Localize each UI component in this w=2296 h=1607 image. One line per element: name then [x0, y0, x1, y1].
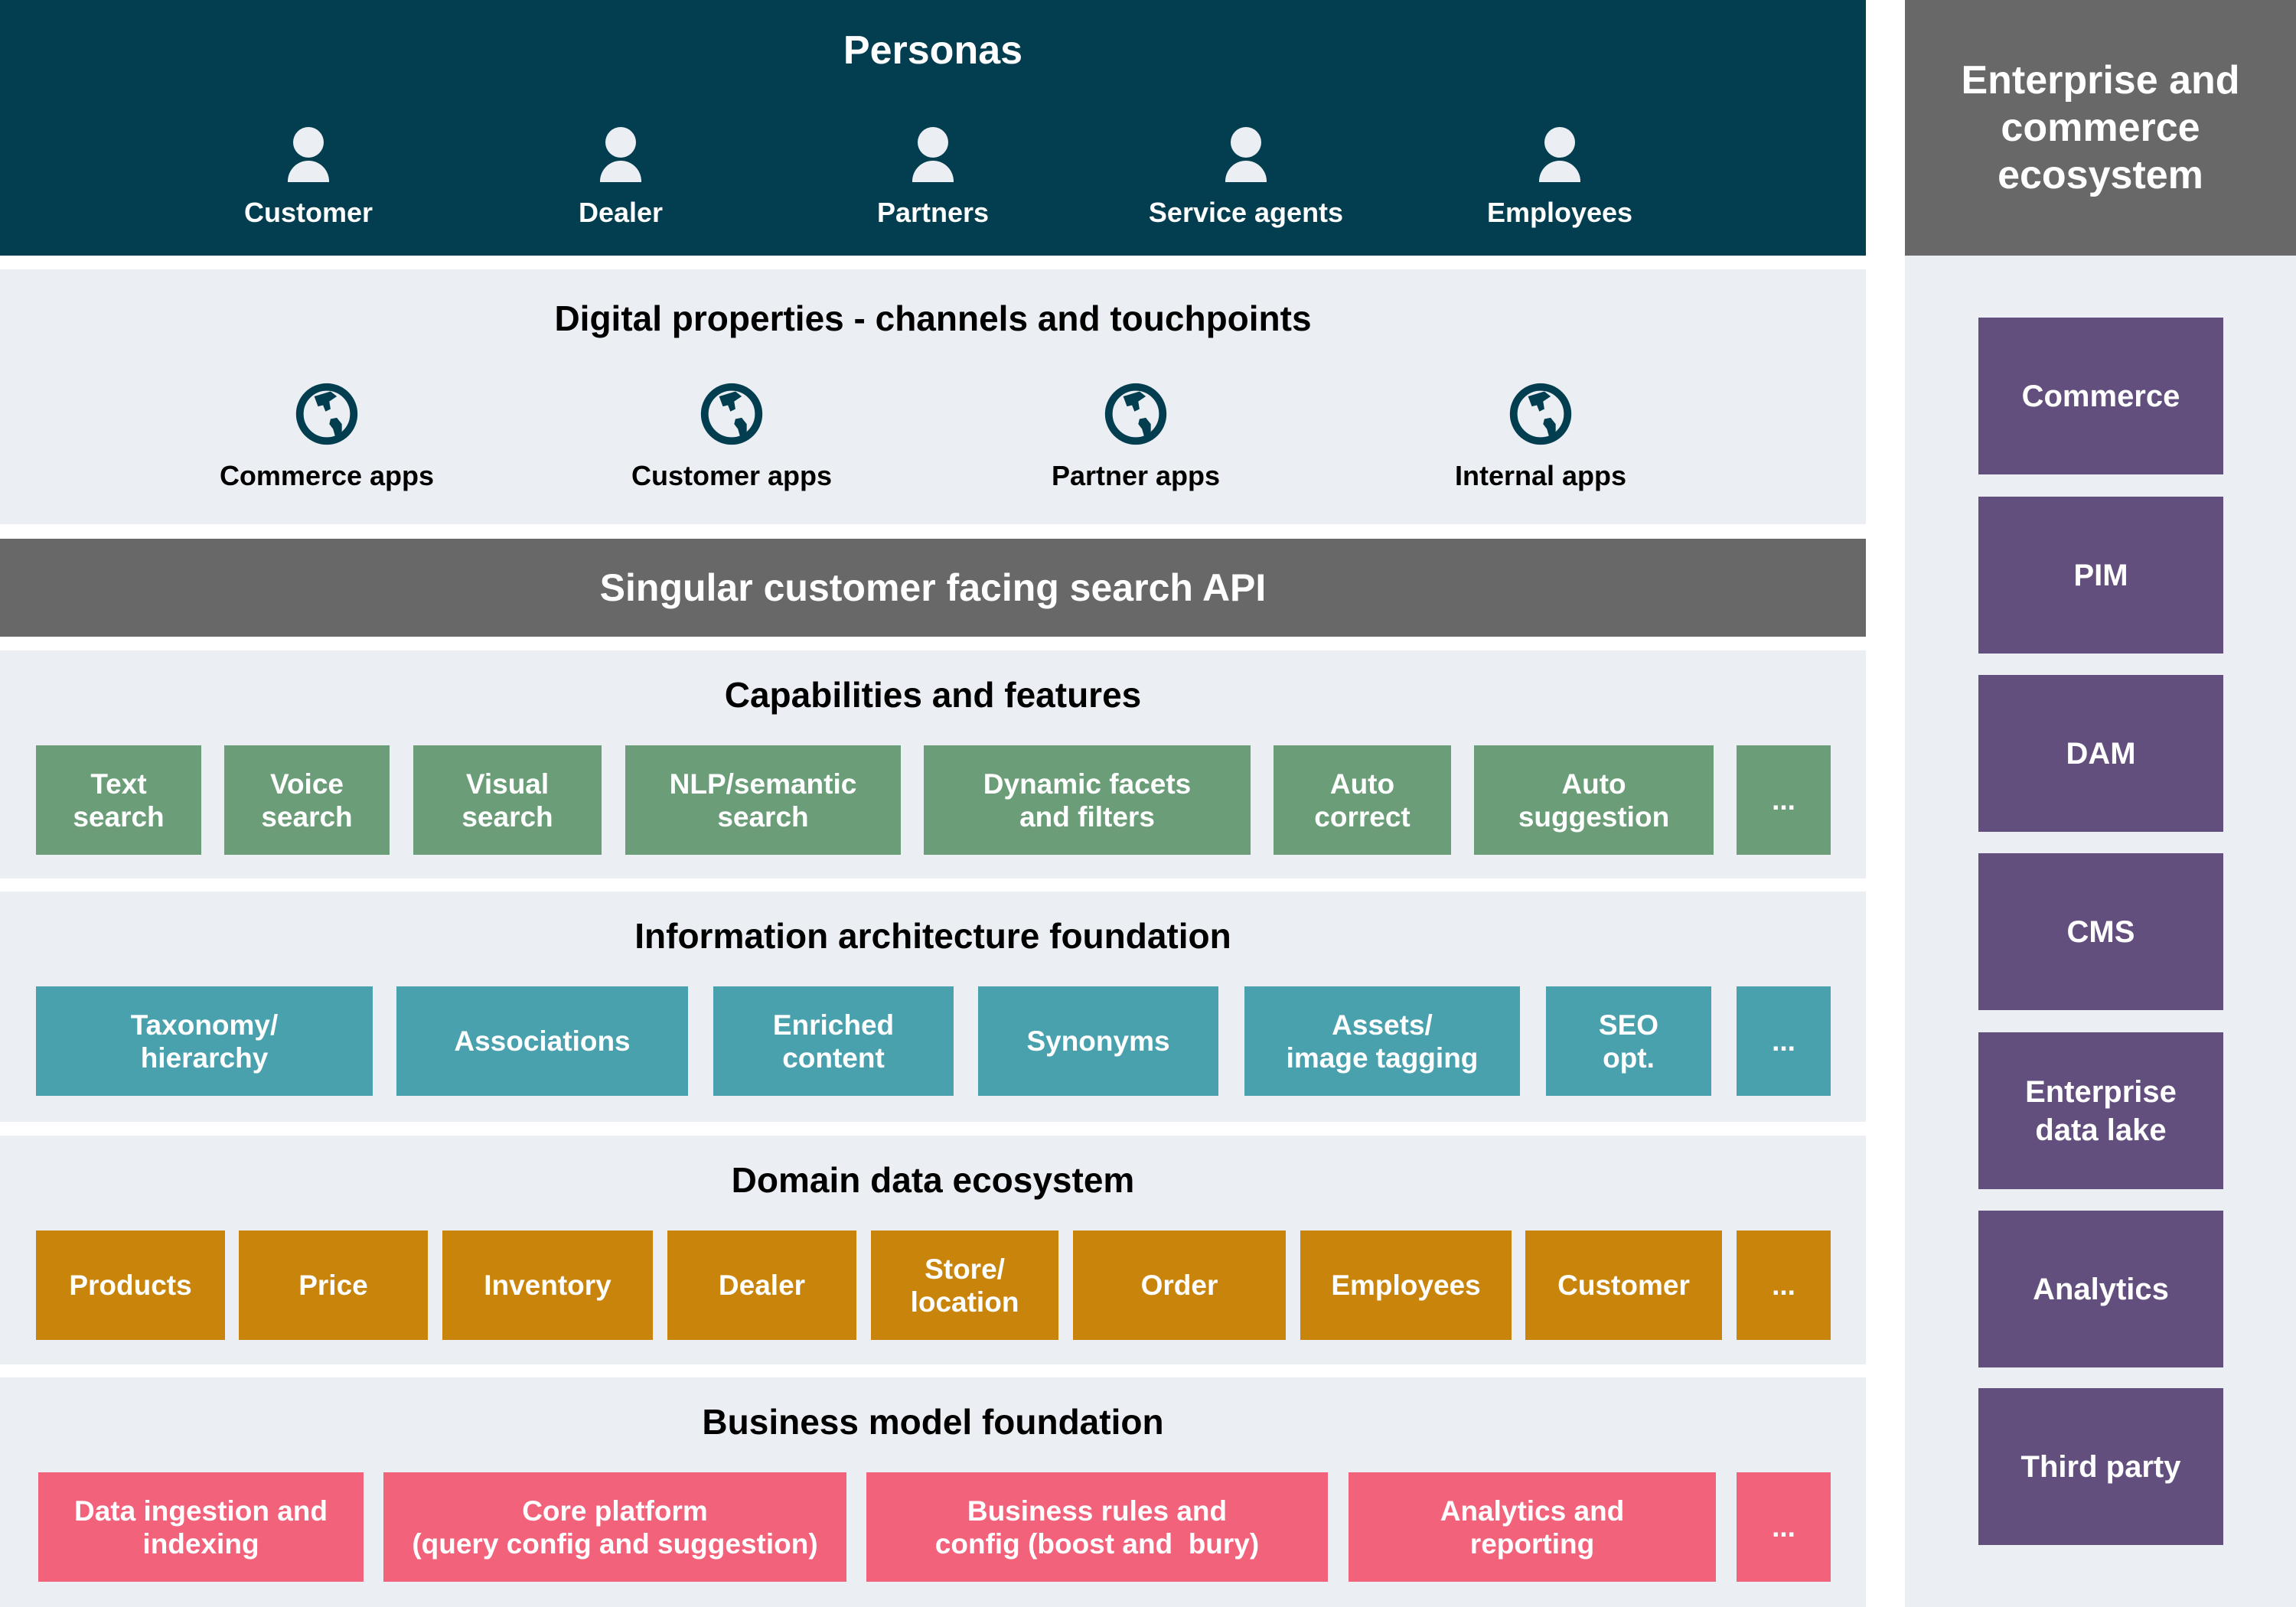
globe-icon [1104, 383, 1167, 445]
globe-icon [295, 383, 358, 445]
capabilities-section: Capabilities and features Text search Vo… [0, 650, 1866, 878]
digital-properties-title: Digital properties - channels and touchp… [554, 298, 1312, 338]
digital-properties-section: Digital properties - channels and touchp… [0, 269, 1866, 524]
persona-label: Partners [876, 197, 990, 228]
ecosystem-item-pim[interactable]: PIM [1978, 497, 2223, 654]
domain-store-location[interactable]: Store/ location [871, 1231, 1058, 1340]
channel-label: Internal apps [1454, 460, 1627, 491]
ecosystem-title: Enterprise and commerce ecosystem [1961, 58, 2240, 197]
capability-voice-search[interactable]: Voice search [224, 745, 390, 855]
business-analytics-reporting[interactable]: Analytics and reporting [1349, 1472, 1716, 1582]
ia-assets-image-tagging[interactable]: Assets/ image tagging [1244, 986, 1520, 1096]
channel-partner-apps[interactable]: Partner apps [975, 383, 1296, 493]
ia-associations[interactable]: Associations [396, 986, 688, 1096]
ecosystem-item-dam[interactable]: DAM [1978, 675, 2223, 832]
person-icon [1223, 122, 1269, 184]
personas-section: Personas Customer Dealer Partners Servic… [0, 0, 1866, 256]
ia-seo-opt[interactable]: SEO opt. [1546, 986, 1711, 1096]
capability-auto-suggestion[interactable]: Auto suggestion [1474, 745, 1714, 855]
ecosystem-item-analytics[interactable]: Analytics [1978, 1211, 2223, 1367]
persona-label: Dealer [578, 197, 664, 228]
ecosystem-item-commerce[interactable]: Commerce [1978, 318, 2223, 474]
capability-visual-search[interactable]: Visual search [413, 745, 602, 855]
channel-label: Commerce apps [219, 460, 435, 491]
ecosystem-item-enterprise-data-lake[interactable]: Enterprise data lake [1978, 1032, 2223, 1189]
channel-label: Partner apps [1051, 460, 1221, 491]
domain-inventory[interactable]: Inventory [442, 1231, 653, 1340]
ia-synonyms[interactable]: Synonyms [978, 986, 1218, 1096]
capability-text-search[interactable]: Text search [36, 745, 201, 855]
globe-icon [700, 383, 763, 445]
person-icon [598, 122, 644, 184]
business-model-title: Business model foundation [702, 1402, 1164, 1442]
capability-dynamic-facets[interactable]: Dynamic facets and filters [924, 745, 1251, 855]
domain-products[interactable]: Products [36, 1231, 225, 1340]
person-icon [285, 122, 331, 184]
channel-internal-apps[interactable]: Internal apps [1380, 383, 1701, 493]
domain-employees[interactable]: Employees [1300, 1231, 1512, 1340]
channel-customer-apps[interactable]: Customer apps [571, 383, 892, 493]
ecosystem-header: Enterprise and commerce ecosystem [1905, 0, 2296, 256]
ecosystem-item-cms[interactable]: CMS [1978, 853, 2223, 1010]
search-api-title: Singular customer facing search API [599, 566, 1267, 609]
business-rules-config[interactable]: Business rules and config (boost and bur… [866, 1472, 1328, 1582]
personas-title: Personas [843, 28, 1023, 73]
capability-nlp-semantic-search[interactable]: NLP/semantic search [625, 745, 901, 855]
persona-service-agents[interactable]: Service agents [1108, 122, 1384, 230]
ia-taxonomy-hierarchy[interactable]: Taxonomy/ hierarchy [36, 986, 373, 1096]
business-more[interactable]: ... [1737, 1472, 1831, 1582]
channel-label: Customer apps [631, 460, 833, 491]
ecosystem-item-third-party[interactable]: Third party [1978, 1388, 2223, 1545]
globe-icon [1509, 383, 1572, 445]
person-icon [1537, 122, 1583, 184]
ia-enriched-content[interactable]: Enriched content [713, 986, 954, 1096]
channel-commerce-apps[interactable]: Commerce apps [166, 383, 488, 493]
domain-data-section: Domain data ecosystem Products Price Inv… [0, 1136, 1866, 1364]
business-model-section: Business model foundation Data ingestion… [0, 1377, 1866, 1607]
information-architecture-section: Information architecture foundation Taxo… [0, 892, 1866, 1122]
business-data-ingestion[interactable]: Data ingestion and indexing [38, 1472, 364, 1582]
persona-label: Employees [1486, 197, 1633, 228]
persona-label: Customer [243, 197, 373, 228]
persona-label: Service agents [1148, 197, 1344, 228]
capability-auto-correct[interactable]: Auto correct [1274, 745, 1451, 855]
persona-dealer[interactable]: Dealer [483, 122, 758, 230]
persona-employees[interactable]: Employees [1422, 122, 1698, 230]
persona-partners[interactable]: Partners [795, 122, 1071, 230]
capabilities-title: Capabilities and features [724, 675, 1142, 715]
domain-more[interactable]: ... [1737, 1231, 1831, 1340]
information-architecture-title: Information architecture foundation [634, 916, 1231, 956]
search-api-bar[interactable]: Singular customer facing search API [0, 539, 1866, 637]
person-icon [910, 122, 956, 184]
persona-customer[interactable]: Customer [171, 122, 446, 230]
ia-more[interactable]: ... [1737, 986, 1831, 1096]
business-core-platform[interactable]: Core platform (query config and suggesti… [383, 1472, 846, 1582]
capability-more[interactable]: ... [1737, 745, 1831, 855]
domain-data-title: Domain data ecosystem [731, 1160, 1135, 1200]
domain-dealer[interactable]: Dealer [667, 1231, 856, 1340]
domain-customer[interactable]: Customer [1525, 1231, 1722, 1340]
domain-order[interactable]: Order [1073, 1231, 1286, 1340]
domain-price[interactable]: Price [239, 1231, 428, 1340]
